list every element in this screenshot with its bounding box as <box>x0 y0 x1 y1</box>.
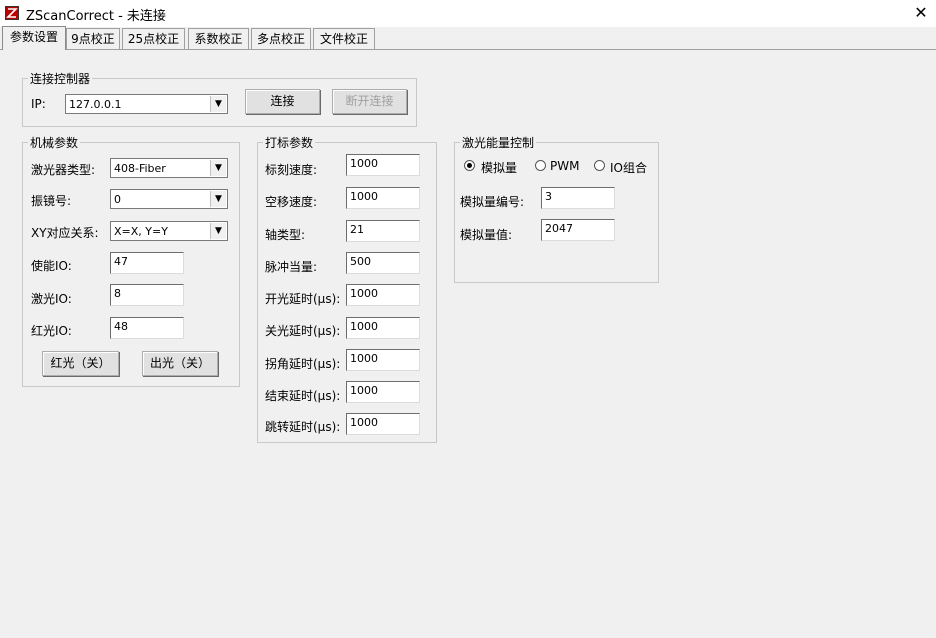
chevron-down-icon[interactable]: ▼ <box>210 191 226 207</box>
galvo-label: 振镜号: <box>31 194 72 208</box>
window-title: ZScanCorrect - 未连接 <box>26 9 166 24</box>
io-combo-radio[interactable] <box>594 160 605 171</box>
chevron-down-icon[interactable]: ▼ <box>210 160 226 176</box>
axis-type-label: 轴类型: <box>265 228 306 242</box>
analog-no-input[interactable]: 3 <box>541 187 615 209</box>
connect-button[interactable]: 连接 <box>245 89 320 114</box>
ip-value: 127.0.0.1 <box>69 98 122 111</box>
corner-delay-input[interactable]: 1000 <box>346 349 420 371</box>
galvo-value: 0 <box>114 193 121 206</box>
ip-combo[interactable]: 127.0.0.1 ▼ <box>65 94 228 114</box>
analog-radio[interactable] <box>464 160 475 171</box>
laser-type-value: 408-Fiber <box>114 162 166 175</box>
laser-io-label: 激光IO: <box>31 292 72 306</box>
laser-on-delay-label: 开光延时(μs): <box>265 292 341 306</box>
laser-on-delay-input[interactable]: 1000 <box>346 284 420 306</box>
chevron-down-icon[interactable]: ▼ <box>210 223 226 239</box>
galvo-combo[interactable]: 0 ▼ <box>110 189 228 209</box>
laser-out-toggle-button[interactable]: 出光（关） <box>142 351 218 376</box>
tab-params[interactable]: 参数设置 <box>2 26 66 50</box>
end-delay-label: 结束延时(μs): <box>265 389 341 403</box>
analog-no-label: 模拟量编号: <box>460 195 525 209</box>
mark-speed-label: 标刻速度: <box>265 163 318 177</box>
laser-off-delay-input[interactable]: 1000 <box>346 317 420 339</box>
tab-9-point[interactable]: 9点校正 <box>66 28 120 49</box>
close-icon[interactable]: ✕ <box>909 2 933 24</box>
xy-mapping-label: XY对应关系: <box>31 226 99 240</box>
jump-speed-label: 空移速度: <box>265 195 318 209</box>
corner-delay-label: 拐角延时(μs): <box>265 357 341 371</box>
xy-mapping-combo[interactable]: X=X, Y=Y ▼ <box>110 221 228 241</box>
red-io-label: 红光IO: <box>31 324 72 338</box>
pulse-equivalent-label: 脉冲当量: <box>265 260 318 274</box>
analog-value-label: 模拟量值: <box>460 228 513 242</box>
laser-off-delay-label: 关光延时(μs): <box>265 324 341 338</box>
red-light-toggle-button[interactable]: 红光（关） <box>42 351 119 376</box>
analog-value-input[interactable]: 2047 <box>541 219 615 241</box>
pulse-equivalent-input[interactable]: 500 <box>346 252 420 274</box>
tab-25-point[interactable]: 25点校正 <box>122 28 185 49</box>
end-delay-input[interactable]: 1000 <box>346 381 420 403</box>
pwm-radio-label[interactable]: PWM <box>550 159 579 173</box>
marking-group-label: 打标参数 <box>263 134 316 151</box>
mark-speed-input[interactable]: 1000 <box>346 154 420 176</box>
jump-speed-input[interactable]: 1000 <box>346 187 420 209</box>
jump-delay-input[interactable]: 1000 <box>346 413 420 435</box>
xy-mapping-value: X=X, Y=Y <box>114 225 168 238</box>
connect-group-label: 连接控制器 <box>28 70 93 87</box>
laser-type-combo[interactable]: 408-Fiber ▼ <box>110 158 228 178</box>
laser-io-input[interactable]: 8 <box>110 284 184 306</box>
disconnect-button[interactable]: 断开连接 <box>332 89 407 114</box>
pwm-radio[interactable] <box>535 160 546 171</box>
app-logo-icon <box>5 6 19 20</box>
enable-io-label: 使能IO: <box>31 259 72 273</box>
mechanical-group-label: 机械参数 <box>28 134 81 151</box>
laser-type-label: 激光器类型: <box>31 163 96 177</box>
jump-delay-label: 跳转延时(μs): <box>265 420 341 434</box>
chevron-down-icon[interactable]: ▼ <box>210 96 226 112</box>
enable-io-input[interactable]: 47 <box>110 252 184 274</box>
axis-type-input[interactable]: 21 <box>346 220 420 242</box>
energy-group-label: 激光能量控制 <box>460 134 537 151</box>
ip-label: IP: <box>31 97 46 111</box>
tab-file[interactable]: 文件校正 <box>313 28 375 49</box>
io-combo-radio-label[interactable]: IO组合 <box>610 159 647 176</box>
analog-radio-label[interactable]: 模拟量 <box>481 159 517 176</box>
tab-coefficient[interactable]: 系数校正 <box>188 28 249 49</box>
red-io-input[interactable]: 48 <box>110 317 184 339</box>
tab-multi-point[interactable]: 多点校正 <box>251 28 311 49</box>
